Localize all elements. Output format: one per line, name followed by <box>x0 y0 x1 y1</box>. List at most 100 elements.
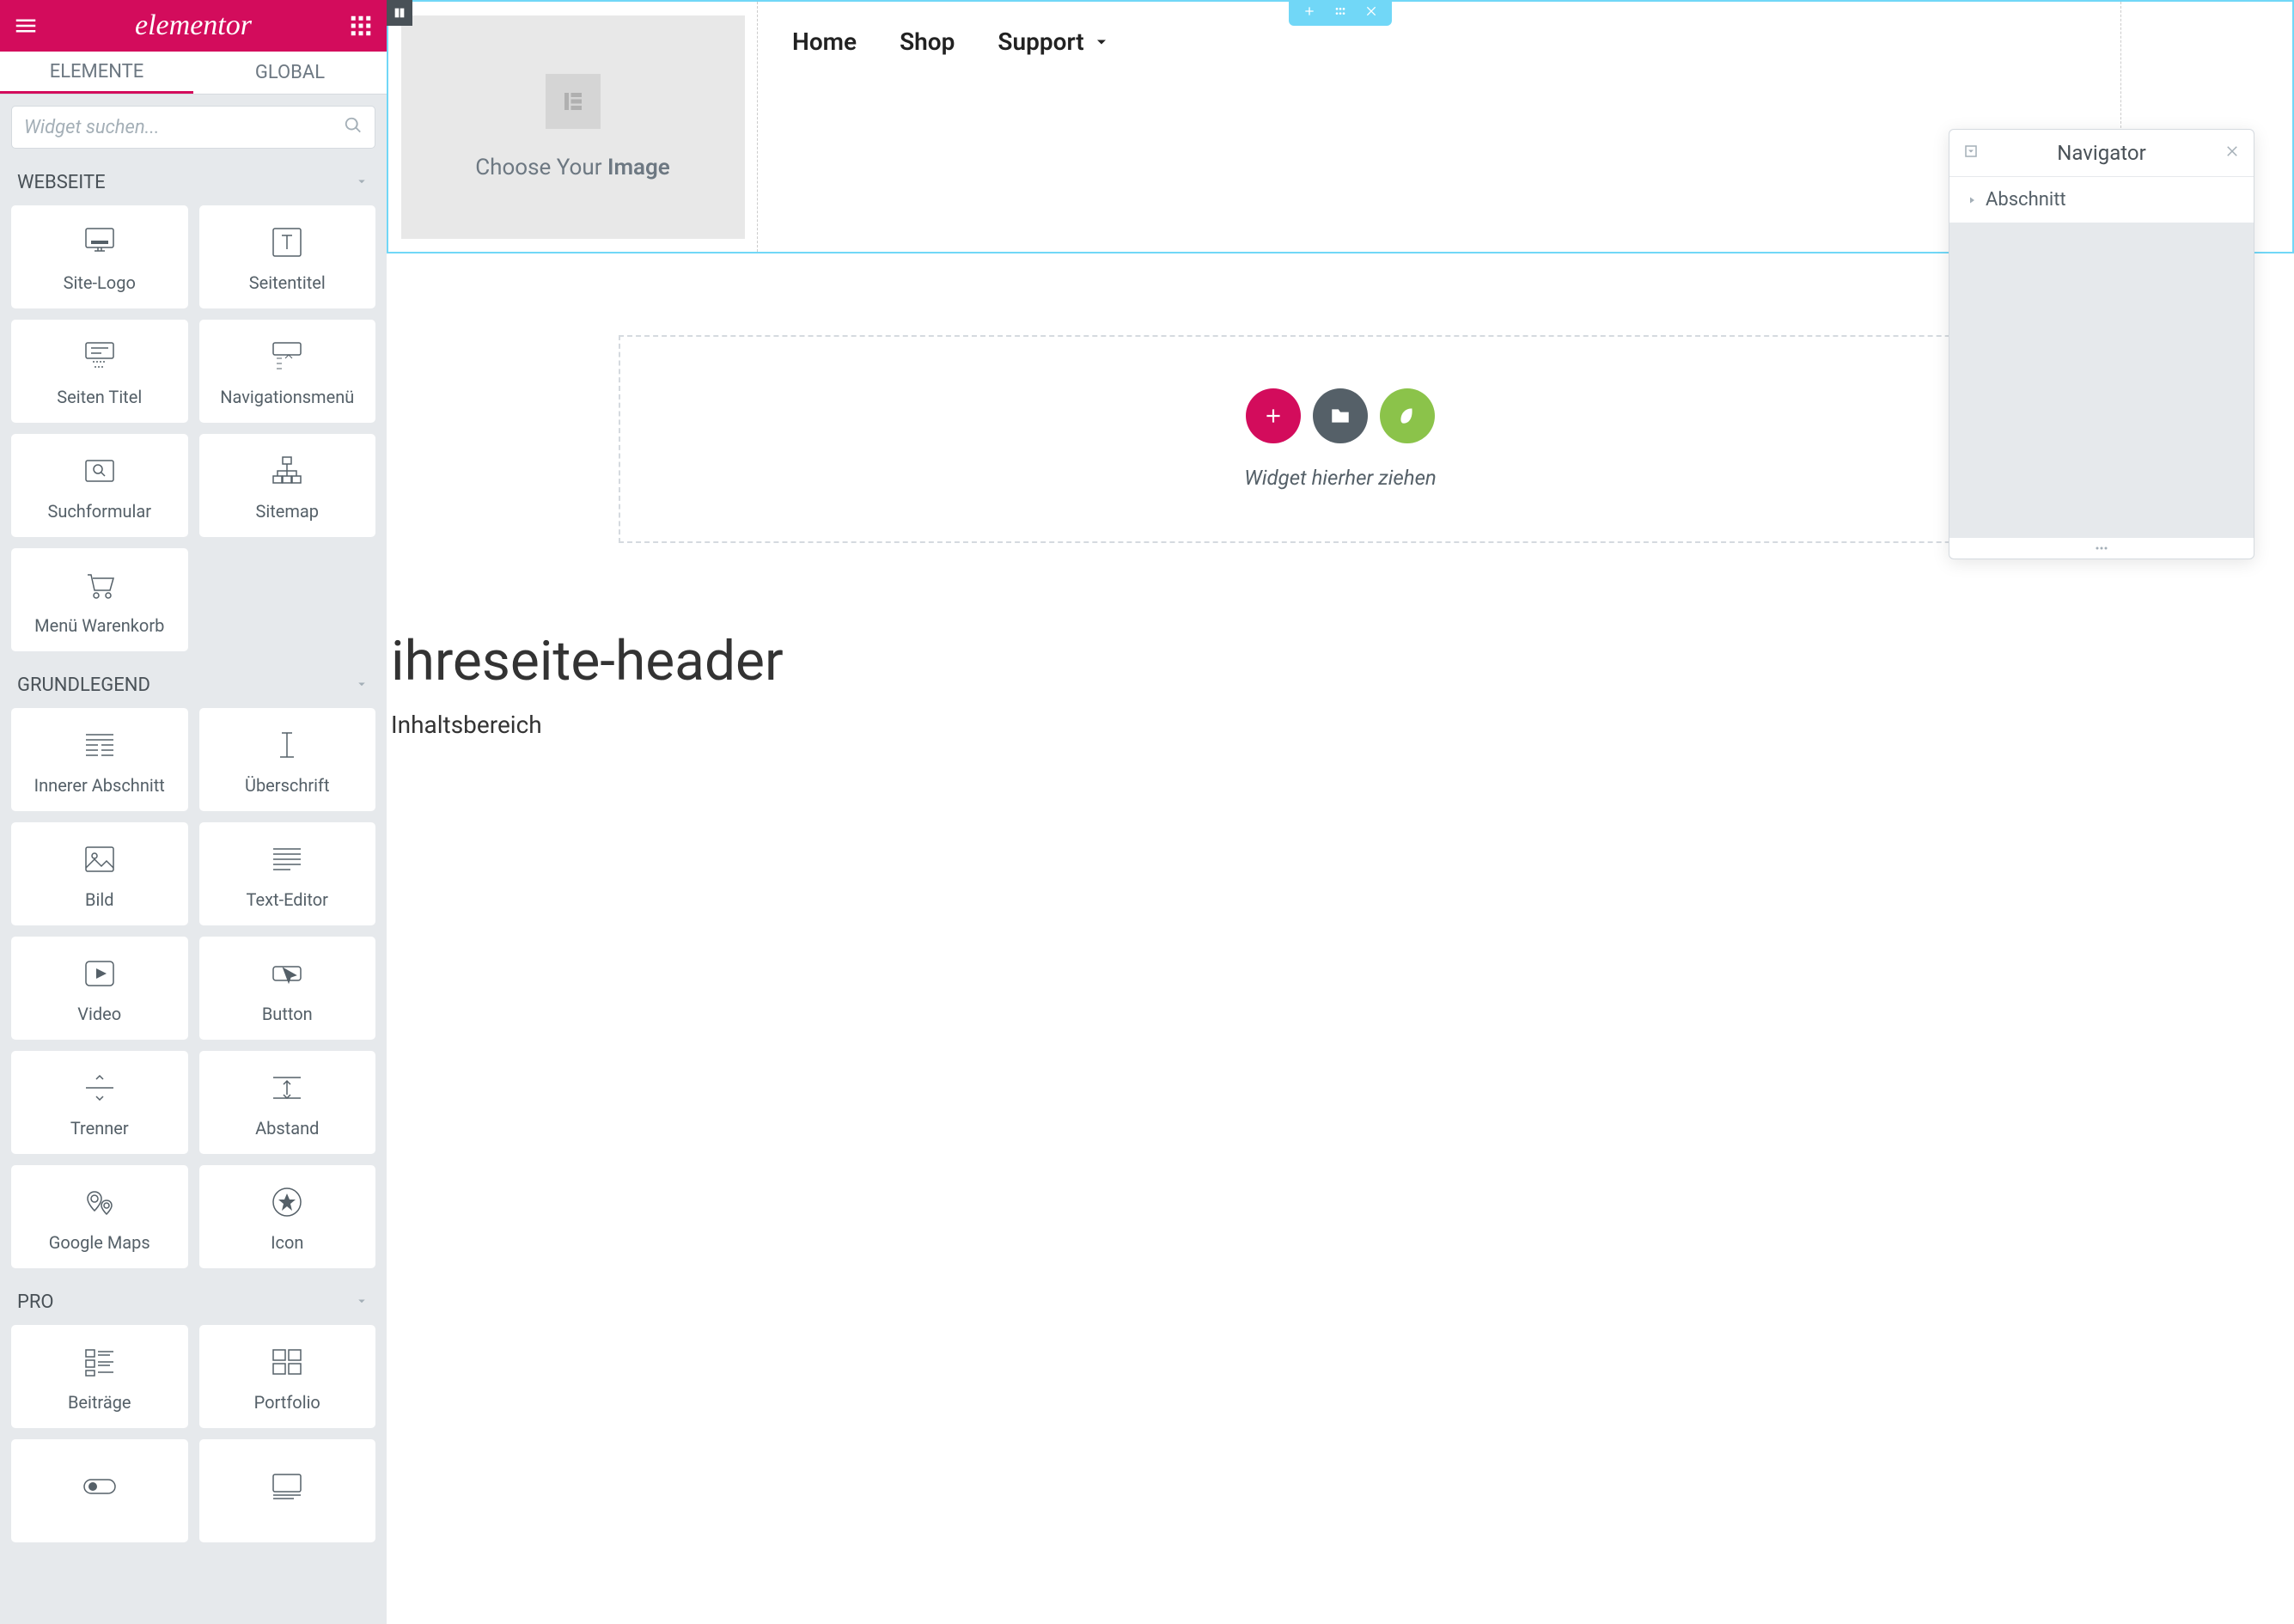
caret-down-icon <box>1093 34 1110 51</box>
category-pro[interactable]: PRO <box>0 1279 387 1325</box>
nav-item-shop[interactable]: Shop <box>900 27 955 56</box>
nav-item-support[interactable]: Support <box>998 27 1109 56</box>
search-icon[interactable] <box>344 116 363 138</box>
navigator-close-button[interactable] <box>2224 143 2240 162</box>
sidebar: elementor ELEMENTE GLOBAL WEBSEITE Site-… <box>0 0 387 1624</box>
widget-heading[interactable]: Überschrift <box>199 708 376 811</box>
widget-label: Text-Editor <box>247 889 328 910</box>
category-label: WEBSEITE <box>17 172 106 193</box>
widgets-grundlegend: Innerer Abschnitt Überschrift Bild Text-Edi… <box>0 708 387 1279</box>
menu-button[interactable] <box>0 0 52 52</box>
section-close-button[interactable] <box>1364 4 1378 21</box>
drag-icon <box>1333 4 1347 18</box>
page-title: ihreseite-header <box>391 629 2294 693</box>
section-tab <box>1289 0 1392 26</box>
add-section-button[interactable] <box>1246 388 1301 443</box>
navigator-title: Navigator <box>2057 141 2145 165</box>
widget-button[interactable]: Button <box>199 937 376 1040</box>
widget-spacer[interactable]: Abstand <box>199 1051 376 1154</box>
widget-logo[interactable]: Site-Logo <box>11 205 188 308</box>
widget-label: Sitemap <box>255 501 319 522</box>
section-edit-handle[interactable] <box>387 0 412 26</box>
navigator-header[interactable]: Navigator <box>1949 130 2254 177</box>
grid-button[interactable] <box>335 0 387 52</box>
widget-label: Seitentitel <box>249 272 326 293</box>
section-drag-button[interactable] <box>1333 4 1347 21</box>
image-widget-placeholder[interactable]: Choose Your Image <box>401 15 745 239</box>
widget-label: Google Maps <box>49 1232 150 1253</box>
category-label: GRUNDLEGEND <box>17 675 150 696</box>
widget-map[interactable]: Google Maps <box>11 1165 188 1268</box>
widget-label: Trenner <box>70 1118 129 1139</box>
dots-icon <box>2089 544 2114 553</box>
image-placeholder-text: Choose Your Image <box>475 155 670 180</box>
widget-label: Navigationsmenü <box>220 387 354 407</box>
chevron-down-icon <box>1963 143 1979 159</box>
widget-label: Video <box>77 1004 121 1024</box>
widget-label: Überschrift <box>245 775 330 796</box>
column-left[interactable]: Choose Your Image <box>388 2 758 252</box>
searchform-icon <box>81 449 119 492</box>
widget-label: Icon <box>271 1232 303 1253</box>
folder-icon <box>1329 405 1351 427</box>
navigator-panel: Navigator Abschnitt <box>1949 129 2254 559</box>
widget-text[interactable]: Text-Editor <box>199 822 376 925</box>
navigator-collapse-button[interactable] <box>1963 143 1979 162</box>
tab-elements[interactable]: ELEMENTE <box>0 52 193 94</box>
chevron-down-icon <box>354 676 369 695</box>
spacer-icon <box>268 1066 306 1109</box>
search-wrap <box>0 95 387 160</box>
portfolio-icon <box>268 1340 306 1383</box>
widget-title[interactable]: Seitentitel <box>199 205 376 308</box>
grid-icon <box>348 13 374 39</box>
widget-divider[interactable]: Trenner <box>11 1051 188 1154</box>
column-right[interactable]: Home Shop Support <box>758 2 2120 252</box>
widget-star[interactable]: Icon <box>199 1165 376 1268</box>
logo: elementor <box>135 9 252 42</box>
tab-global[interactable]: GLOBAL <box>193 52 387 94</box>
widget-searchform[interactable]: Suchformular <box>11 434 188 537</box>
template-library-button[interactable] <box>1313 388 1368 443</box>
widget-cart[interactable]: Menü Warenkorb <box>11 548 188 651</box>
chevron-down-icon <box>354 1293 369 1312</box>
dropzone[interactable]: Widget hierher ziehen <box>619 335 2062 543</box>
button-icon <box>268 952 306 995</box>
search-input[interactable] <box>24 117 344 138</box>
content-area-label: Inhaltsbereich <box>391 711 2294 739</box>
widget-label: Suchformular <box>47 501 151 522</box>
navmenu-icon <box>268 335 306 378</box>
plus-icon <box>1262 405 1284 427</box>
logo-icon <box>81 221 119 264</box>
section-add-button[interactable] <box>1303 4 1316 21</box>
widget-video[interactable]: Video <box>11 937 188 1040</box>
widget-extra1[interactable] <box>11 1439 188 1542</box>
tabs: ELEMENTE GLOBAL <box>0 52 387 95</box>
elementor-icon <box>546 74 601 129</box>
posts-icon <box>81 1340 119 1383</box>
envato-button[interactable] <box>1380 388 1435 443</box>
video-icon <box>81 952 119 995</box>
widget-sitemap[interactable]: Sitemap <box>199 434 376 537</box>
extra2-icon <box>268 1465 306 1508</box>
category-grundlegend[interactable]: GRUNDLEGEND <box>0 662 387 708</box>
sitemap-icon <box>268 449 306 492</box>
nav-item-home[interactable]: Home <box>792 27 857 56</box>
widget-label: Abstand <box>255 1118 319 1139</box>
widget-posts[interactable]: Beiträge <box>11 1325 188 1428</box>
widget-navmenu[interactable]: Navigationsmenü <box>199 320 376 423</box>
hamburger-icon <box>13 13 39 39</box>
widget-columns[interactable]: Innerer Abschnitt <box>11 708 188 811</box>
widget-extra2[interactable] <box>199 1439 376 1542</box>
navigator-resize-handle[interactable] <box>1949 538 2254 559</box>
widget-pagetitle[interactable]: Seiten Titel <box>11 320 188 423</box>
map-icon <box>81 1181 119 1224</box>
widget-image[interactable]: Bild <box>11 822 188 925</box>
widget-label: Site-Logo <box>64 272 136 293</box>
widgets-pro: BeiträgePortfolio <box>0 1325 387 1554</box>
close-icon <box>2224 143 2240 159</box>
category-webseite[interactable]: WEBSEITE <box>0 160 387 205</box>
navigator-item-section[interactable]: Abschnitt <box>1949 177 2254 223</box>
widget-portfolio[interactable]: Portfolio <box>199 1325 376 1428</box>
cart-icon <box>81 564 119 607</box>
navigator-body: Abschnitt <box>1949 177 2254 538</box>
